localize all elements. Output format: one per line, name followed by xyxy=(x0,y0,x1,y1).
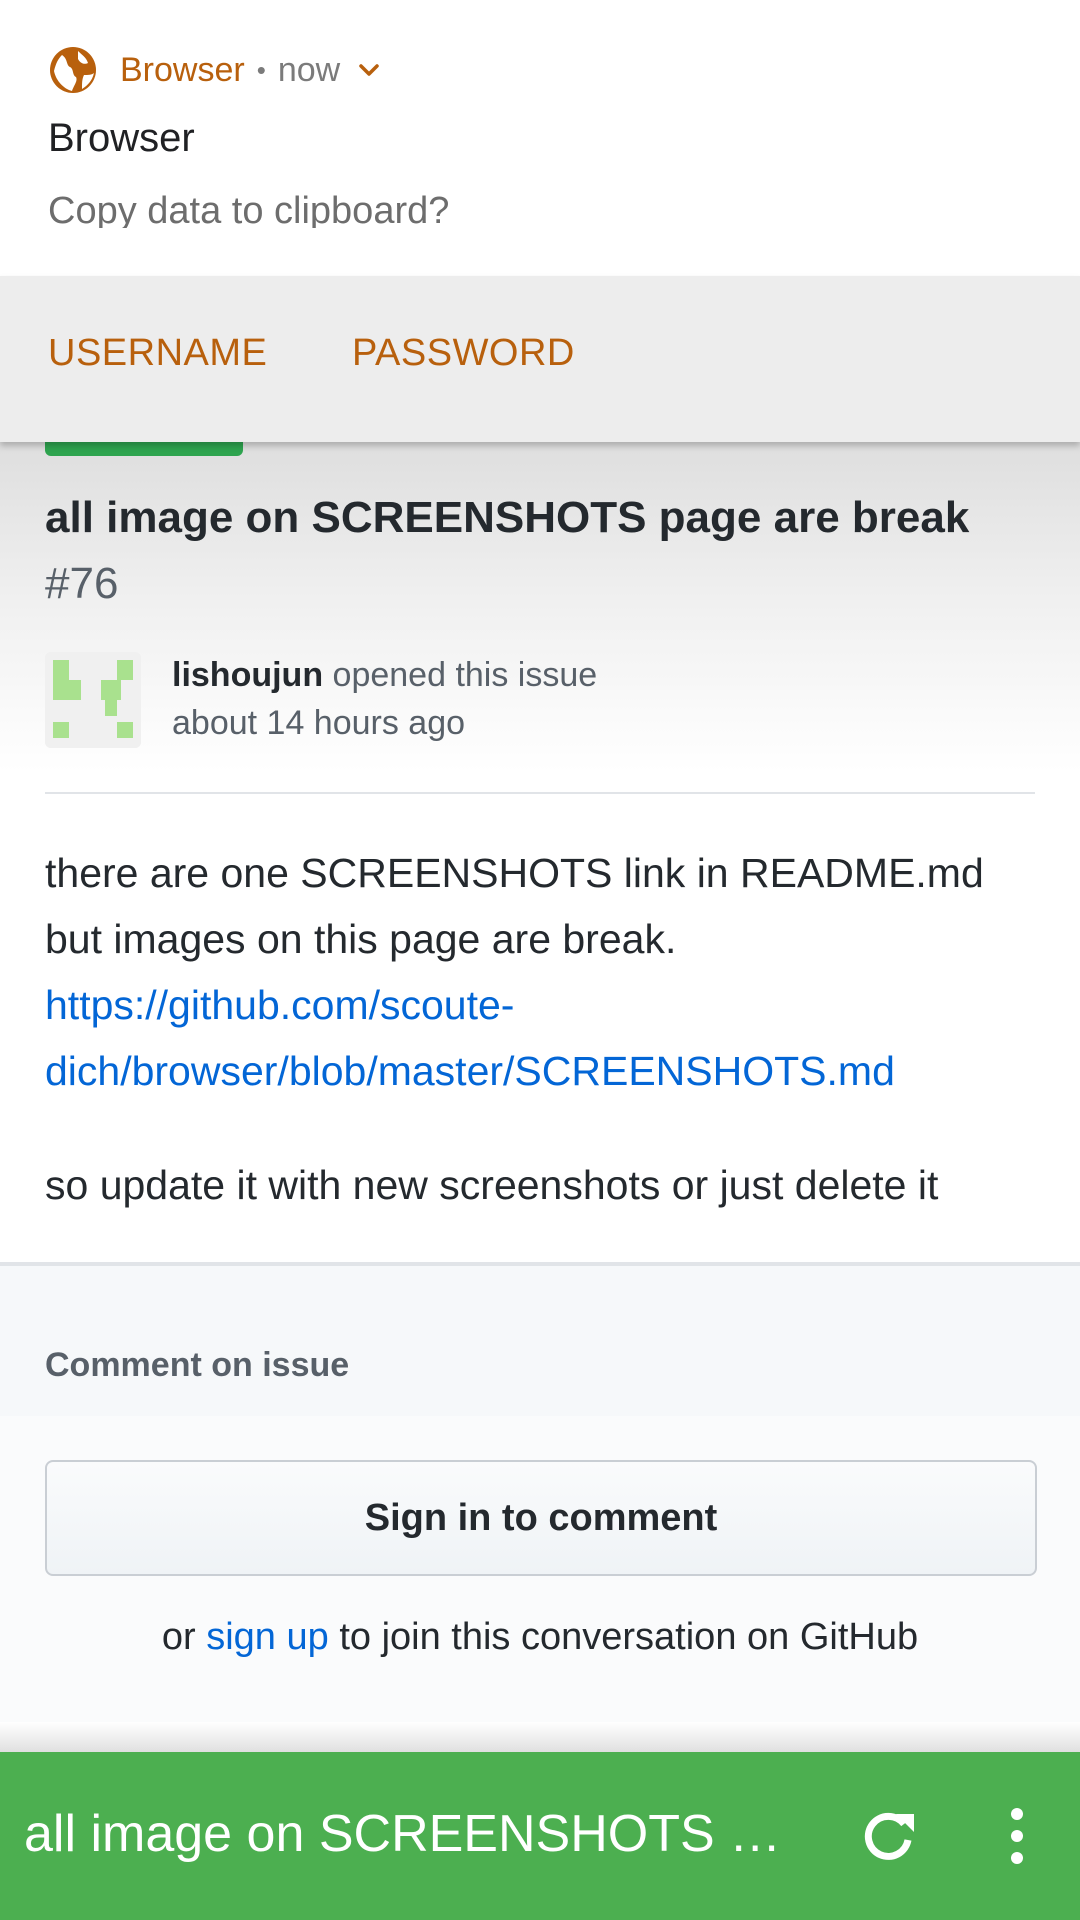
notification-actions: USERNAME PASSWORD xyxy=(0,276,1080,442)
signup-prefix: or xyxy=(161,1616,207,1658)
comment-label: Comment on issue xyxy=(45,1346,350,1384)
more-vert-icon[interactable] xyxy=(1000,1804,1034,1868)
password-action-button[interactable]: PASSWORD xyxy=(352,332,575,375)
issue-body-paragraph: there are one SCREENSHOTS link in README… xyxy=(45,850,984,962)
issue-state-badge xyxy=(45,442,243,456)
divider xyxy=(45,792,1035,794)
author-action: opened this issue xyxy=(323,656,598,694)
issue-title: all image on SCREENSHOTS page are break xyxy=(45,493,970,542)
issue-number: #76 xyxy=(45,559,119,608)
notification-time: now xyxy=(277,50,341,89)
notification-app-name: Browser xyxy=(120,50,245,89)
notification-separator: • xyxy=(256,54,266,85)
sign-in-to-comment-button[interactable]: Sign in to comment xyxy=(45,1460,1037,1576)
notification-title: Browser xyxy=(48,116,195,160)
link-line-1: https://github.com/scoute- xyxy=(45,982,515,1028)
bottom-toolbar: all image on SCREENSHOTS page are break … xyxy=(0,1752,1080,1920)
issue-body-link[interactable]: https://github.com/scoute- dich/browser/… xyxy=(45,972,1045,1104)
signup-line: or sign up to join this conversation on … xyxy=(0,1616,1080,1659)
notification-header: Browser • now xyxy=(48,44,384,96)
username-action-button[interactable]: USERNAME xyxy=(48,332,267,375)
link-line-2: dich/browser/blob/master/SCREENSHOTS.md xyxy=(45,1048,895,1094)
issue-body-paragraph-2: so update it with new screenshots or jus… xyxy=(45,1162,939,1208)
globe-icon xyxy=(50,47,96,93)
refresh-icon[interactable] xyxy=(860,1806,920,1866)
chevron-down-icon[interactable] xyxy=(354,55,384,85)
signup-suffix: to join this conversation on GitHub xyxy=(328,1616,919,1658)
sign-up-link[interactable]: sign up xyxy=(206,1616,329,1658)
page-title-omnibox[interactable]: all image on SCREENSHOTS page are break … xyxy=(24,1804,804,1864)
issue-timestamp: about 14 hours ago xyxy=(172,704,466,742)
author-link[interactable]: lishoujun xyxy=(172,656,323,694)
avatar[interactable] xyxy=(45,652,141,748)
clipboard-notification[interactable]: Browser • now Browser Copy data to clipb… xyxy=(0,0,1080,276)
notification-text: Copy data to clipboard? xyxy=(48,190,450,228)
comment-section: Comment on issue Sign in to comment or s… xyxy=(0,1262,1080,1726)
identicon-icon xyxy=(45,652,141,748)
author-line: lishoujun opened this issue xyxy=(172,650,597,700)
bottom-shadow xyxy=(0,1722,1080,1752)
